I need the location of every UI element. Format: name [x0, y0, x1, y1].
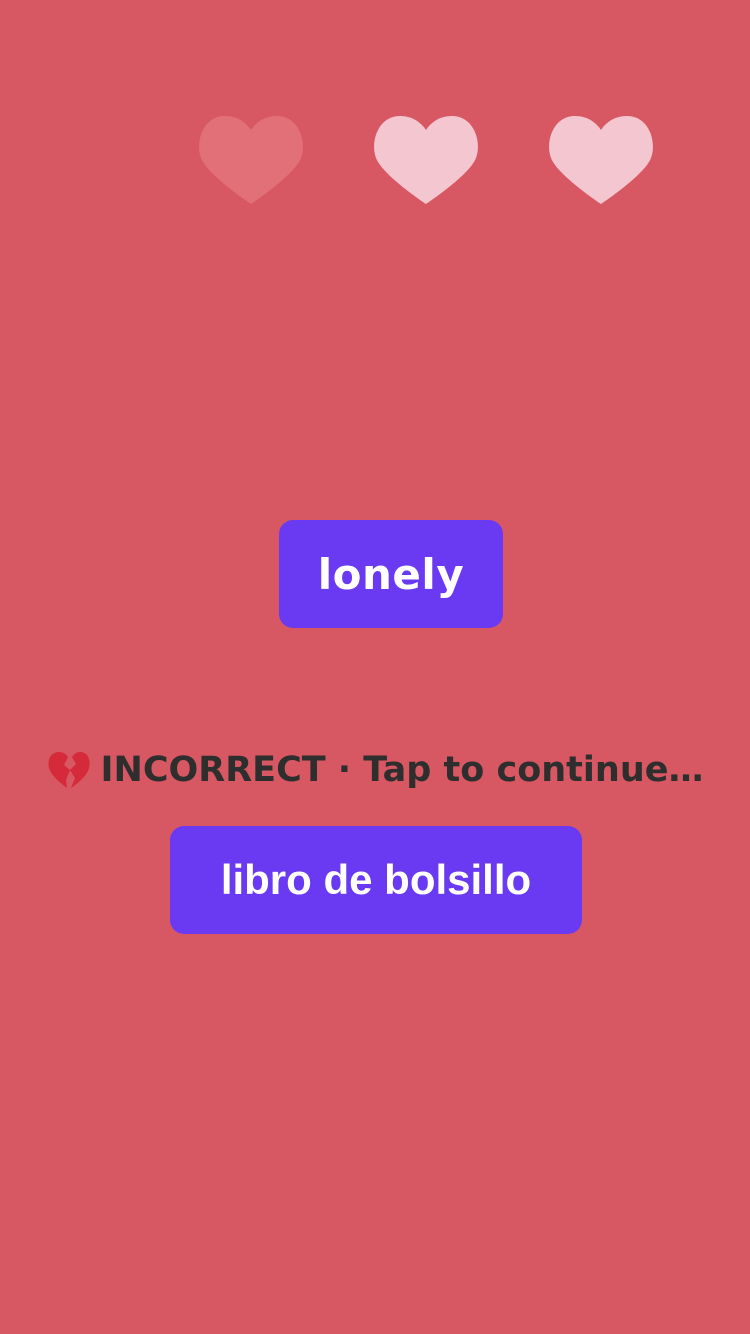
answer-label: libro de bolsillo: [220, 856, 532, 903]
answer-button[interactable]: libro de bolsillo: [170, 826, 582, 934]
prompt-word: lonely: [317, 549, 465, 599]
heart-icon-lost: [195, 112, 307, 206]
prompt-word-card: lonely: [279, 520, 503, 628]
feedback-text: INCORRECT · Tap to continue…: [100, 750, 704, 790]
feedback-message[interactable]: INCORRECT · Tap to continue…: [0, 745, 750, 795]
heart-icon-active: [370, 112, 482, 206]
broken-heart-icon: [47, 750, 91, 790]
heart-icon-active: [545, 112, 657, 206]
lives-indicator: [0, 112, 750, 208]
